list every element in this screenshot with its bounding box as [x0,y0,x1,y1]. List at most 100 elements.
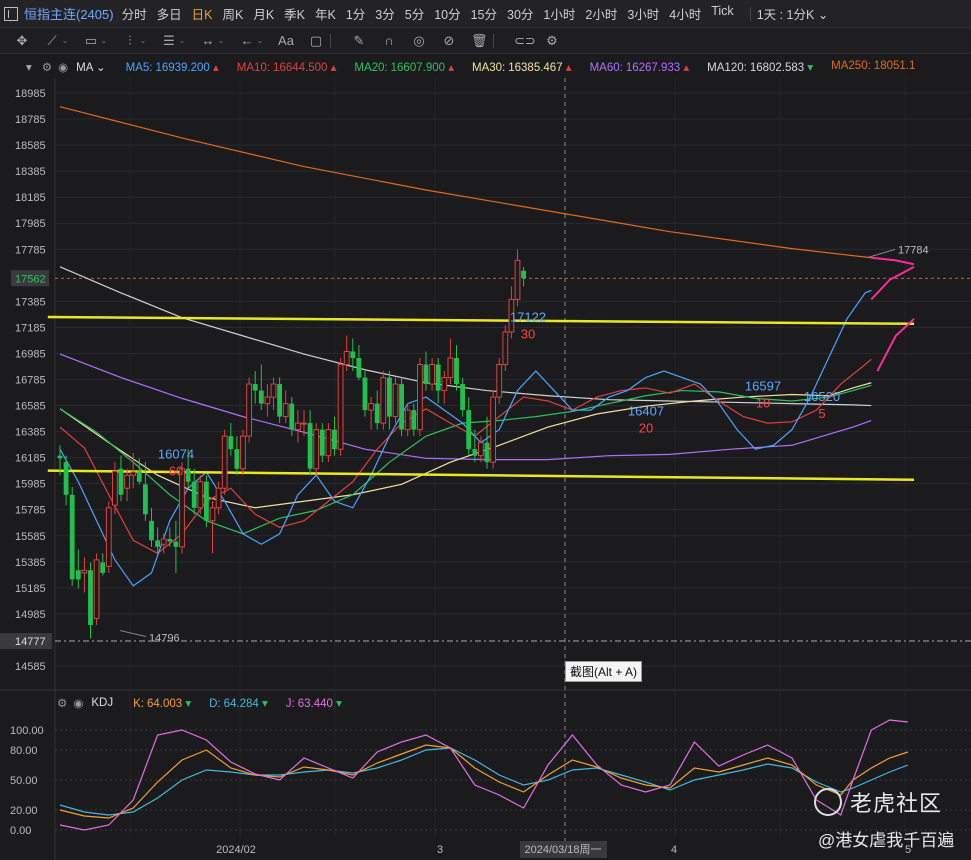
chevron-down-icon[interactable]: ⌄ [100,33,108,49]
chevron-down-icon[interactable]: ⌄ [256,33,264,49]
indicator-value: K: 64.003 ▾ [133,698,192,710]
price-tick-label: 17785 [15,244,46,256]
chevron-down-icon[interactable]: ⌄ [217,33,225,49]
collapse-icon[interactable]: ▾ [26,60,32,74]
price-chart[interactable]: 18985 18785 18585 18385 18185 17985 17785 17562… [0,78,971,860]
magnet-icon[interactable]: ∩ [381,33,397,49]
rectangle-tool-icon[interactable]: ▭ [83,33,99,49]
period-tab[interactable]: 季K [284,4,305,23]
candle-body [368,403,375,411]
text-tool-icon[interactable]: Aa [278,33,294,49]
divider [330,33,331,48]
kdj-indicator-bar: ⚙ ◉ KDJ K: 64.003 ▾ D: 64.284 ▾ J: 63.440 ▾ [0,693,971,713]
candle-body [264,396,271,405]
candle [313,423,320,476]
candle [447,338,454,385]
projection-line [871,256,915,266]
candle-body [404,409,411,431]
candle [295,410,301,443]
chevron-down-icon[interactable]: ⌄ [139,33,147,49]
sidebar-toggle-icon[interactable] [4,6,18,21]
fibonacci-tool-icon[interactable]: ☰ [161,33,177,49]
eye-icon[interactable]: ◉ [73,696,83,710]
candle-body [295,422,301,431]
candle-body [411,410,417,430]
pencil-icon[interactable]: ✎ [351,33,367,49]
period-tab[interactable]: 10分 [434,4,460,23]
indicator-value: MA30: 16385.467 ▴ [471,62,572,74]
high-price-label: 17784 [898,244,929,256]
candle-body [112,470,118,506]
candle-body [118,468,124,495]
period-tab[interactable]: 月K [253,4,274,23]
eye-icon[interactable]: ◎ [411,33,427,49]
period-tab[interactable]: 5分 [405,4,424,23]
candle [246,377,252,443]
price-tick-label: 14585 [15,661,46,673]
arrow-tool-icon[interactable]: ← [239,33,255,49]
period-tab[interactable]: 多日 [157,4,182,23]
trash-icon[interactable]: 🗑 [471,33,488,49]
settings-icon[interactable]: ⚙ [544,33,560,49]
current-price-label: 17562 [15,273,46,285]
period-tab[interactable]: 1小时 [543,4,575,23]
candle-body [234,449,240,469]
indicator-select[interactable]: MA ⌄ [76,60,105,74]
link-icon[interactable]: ⊂⊃ [514,33,536,49]
indicator-select[interactable]: KDJ [91,697,113,709]
candle [435,358,441,404]
measure-tool-icon[interactable]: ↔ [200,33,216,49]
candle-body [496,364,503,398]
wave-count-label: 20 [639,420,653,435]
symbol-title[interactable]: 恒指主连(2405) [24,4,114,23]
candle-body [228,436,234,450]
candle [337,358,344,456]
indicator-value: MA10: 16644.500 ▴ [236,62,337,74]
period-tab[interactable]: Tick [711,4,733,23]
period-tab[interactable]: 15分 [471,4,497,23]
period-tab[interactable]: 周K [222,4,243,23]
chevron-down-icon[interactable]: ⌄ [178,33,186,49]
candle-body [258,390,264,404]
candle [399,377,404,437]
price-tick-label: 17385 [15,296,46,308]
gear-icon[interactable]: ⚙ [42,60,52,74]
chevron-down-icon[interactable]: ⌄ [61,33,69,49]
pitchfork-tool-icon[interactable]: ⫶ [122,33,138,49]
candle-body [423,364,429,385]
period-tab[interactable]: 4小时 [669,4,701,23]
candle-body [313,429,320,470]
period-tab[interactable]: 分时 [122,4,147,23]
gear-icon[interactable]: ⚙ [57,696,67,710]
candle-body [246,383,252,437]
trendline-tool-icon[interactable]: ⟋ [44,33,60,49]
kdj-tick-label: 20.00 [10,805,38,817]
candle-body [319,429,325,456]
price-tick-label: 15385 [15,557,46,569]
period-tab[interactable]: 3小时 [627,4,659,23]
candle-body [521,270,526,279]
period-tab[interactable]: 日K [192,4,213,23]
period-tab[interactable]: 年K [315,4,336,23]
indicator-value: MA120: 16802.583 ▾ [707,62,814,74]
wave-price-label: 16597 [745,379,781,394]
price-tick-label: 18985 [15,88,46,100]
divider [493,33,494,48]
candle-body [490,396,497,463]
comment-tool-icon[interactable]: ▢ [308,33,324,49]
candle-body [307,423,313,469]
period-tab[interactable]: 3分 [375,4,394,23]
candle-body [88,570,93,625]
eye-icon[interactable]: ◉ [58,60,68,74]
period-tab[interactable]: 2小时 [585,4,617,23]
hide-icon[interactable]: ⊘ [441,33,457,49]
candle [75,549,81,589]
candle-body [215,487,222,509]
candle-body [343,351,350,366]
price-tick-label: 15785 [15,505,46,517]
period-tab[interactable]: 1分 [346,4,365,23]
multi-period-select[interactable]: 1天 : 1分K ⌄ [757,4,829,23]
candle-body [380,377,387,424]
crosshair-icon[interactable]: ✥ [14,33,30,49]
period-tab[interactable]: 30分 [507,4,533,23]
